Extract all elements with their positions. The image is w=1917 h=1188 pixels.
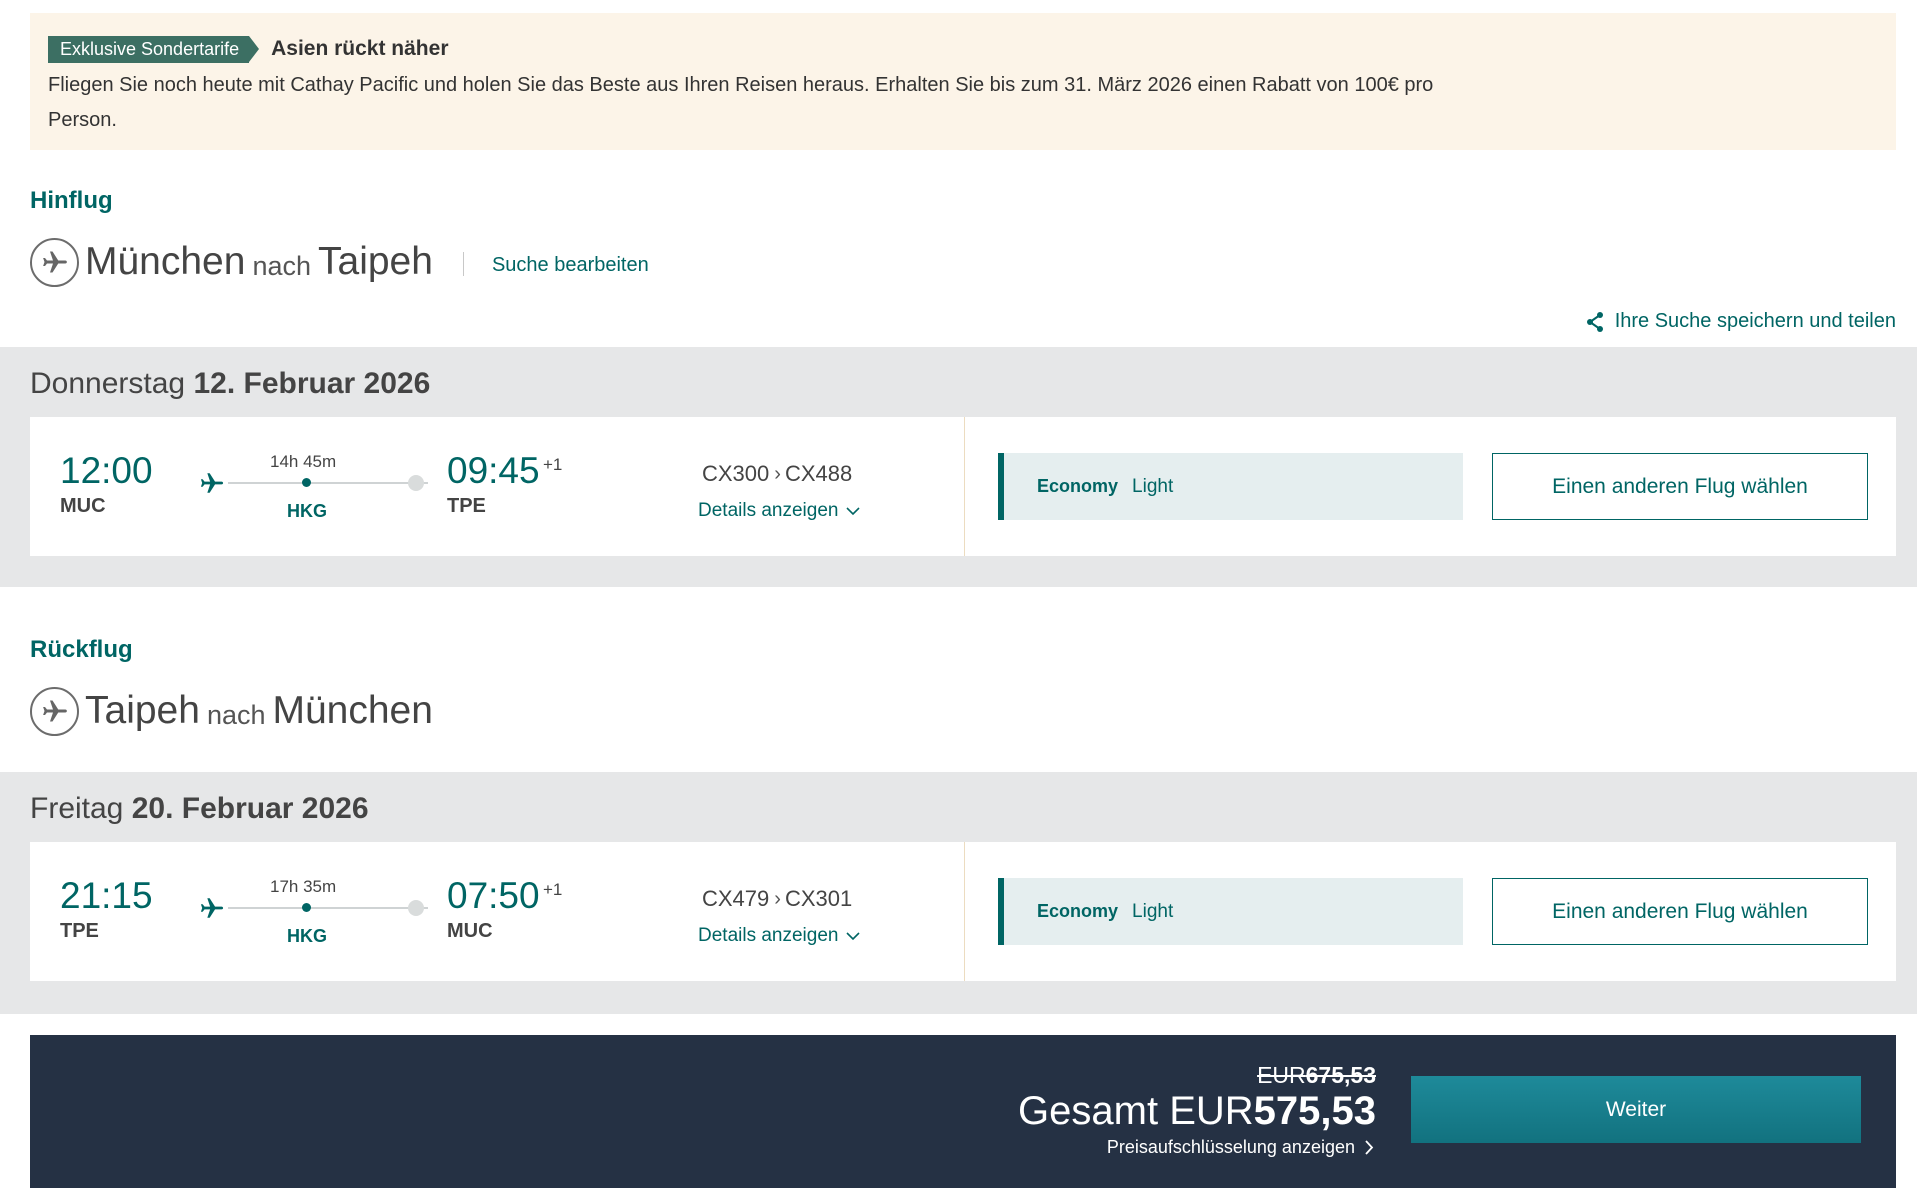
return-stop: HKG	[287, 926, 327, 946]
outbound-dep-code: MUC	[60, 495, 106, 517]
outbound-label: Hinflug	[30, 187, 113, 214]
outbound-day-name: Donnerstag	[30, 367, 186, 400]
outbound-date: 12. Februar 2026	[193, 367, 431, 400]
price-breakdown-link[interactable]: Preisaufschlüsselung anzeigen	[1107, 1137, 1374, 1158]
airplane-icon	[30, 686, 79, 736]
outbound-fare-box[interactable]: Economy Light	[998, 453, 1463, 520]
return-to-city: München	[272, 689, 433, 732]
save-share-link[interactable]: Ihre Suche speichern und teilen	[1585, 310, 1896, 333]
airplane-icon	[30, 237, 79, 287]
return-arr-code: MUC	[447, 920, 493, 942]
fare-type: Light	[1132, 475, 1174, 497]
arrival-dot	[408, 900, 424, 916]
continue-button[interactable]: Weiter	[1411, 1076, 1861, 1143]
return-route: Taipeh nach München	[30, 686, 433, 736]
outbound-flight-numbers: CX300 › CX488	[702, 461, 852, 487]
return-details-link[interactable]: Details anzeigen	[698, 925, 861, 947]
chevron-down-icon	[846, 506, 861, 515]
total-price: Gesamt EUR575,53	[1018, 1089, 1376, 1134]
share-label: Ihre Suche speichern und teilen	[1614, 310, 1896, 332]
return-date: 20. Februar 2026	[131, 792, 369, 825]
outbound-flight1: CX300	[702, 461, 770, 486]
old-price: EUR675,53	[1257, 1062, 1376, 1089]
promo-tag: Exklusive Sondertarife	[48, 35, 260, 63]
share-icon	[1586, 311, 1603, 332]
outbound-arr-time: 09:45	[447, 450, 540, 491]
return-other-flight-button[interactable]: Einen anderen Flug wählen	[1492, 878, 1868, 945]
promo-text: Fliegen Sie noch heute mit Cathay Pacifi…	[48, 74, 1434, 131]
flight-track	[228, 907, 428, 909]
stopover-dot	[302, 478, 311, 487]
outbound-route: München nach Taipeh Suche bearbeiten	[30, 237, 649, 287]
return-flight1: CX479	[702, 886, 770, 911]
return-flight2: CX301	[784, 886, 853, 911]
outbound-day-block: Donnerstag 12. Februar 2026 12:00 MUC 14…	[0, 347, 1917, 587]
total-label: Gesamt EUR	[1018, 1089, 1254, 1133]
return-day-block: Freitag 20. Februar 2026 21:15 TPE 17h 3…	[0, 772, 1917, 1014]
price-footer: EUR675,53 Gesamt EUR575,53 Preisaufschlü…	[30, 1035, 1896, 1188]
details-label: Details anzeigen	[698, 925, 839, 946]
return-duration: 17h 35m	[270, 877, 337, 896]
card-divider	[964, 417, 965, 556]
outbound-flight-card: 12:00 MUC 14h 45m HKG 09:45 +1 TPE CX300…	[30, 417, 1896, 556]
outbound-arr-plus: +1	[543, 455, 563, 474]
outbound-duration: 14h 45m	[270, 452, 337, 471]
card-divider	[964, 842, 965, 981]
promo-banner: Exklusive Sondertarife Asien rückt näher…	[30, 13, 1896, 150]
total-amount: 575,53	[1253, 1089, 1376, 1133]
return-fare-box[interactable]: Economy Light	[998, 878, 1463, 945]
divider	[462, 252, 464, 276]
outbound-date-heading: Donnerstag 12. Februar 2026	[30, 367, 430, 401]
fare-class: Economy	[1037, 901, 1119, 921]
outbound-from-city: München	[85, 240, 246, 283]
return-flight-card: 21:15 TPE 17h 35m HKG 07:50 +1 MUC CX479…	[30, 842, 1896, 981]
airplane-icon	[200, 898, 224, 918]
outbound-other-flight-button[interactable]: Einen anderen Flug wählen	[1492, 453, 1868, 520]
return-dep-time: 21:15	[60, 875, 153, 916]
return-connector: nach	[206, 699, 266, 730]
outbound-arr-code: TPE	[447, 495, 486, 517]
flight-track	[228, 482, 428, 484]
promo-title: Asien rückt näher	[271, 37, 449, 60]
breakdown-label: Preisaufschlüsselung anzeigen	[1106, 1137, 1355, 1157]
return-dep-code: TPE	[60, 920, 99, 942]
return-from-city: Taipeh	[85, 689, 200, 732]
return-arr-plus: +1	[543, 880, 563, 899]
outbound-dep-time: 12:00	[60, 450, 153, 491]
fare-class: Economy	[1037, 476, 1119, 496]
airplane-icon	[200, 473, 224, 493]
outbound-details-link[interactable]: Details anzeigen	[698, 500, 861, 522]
outbound-flight2: CX488	[784, 461, 853, 486]
return-label: Rückflug	[30, 636, 133, 663]
outbound-stop: HKG	[287, 501, 327, 521]
return-flight-numbers: CX479 › CX301	[702, 886, 852, 912]
outbound-to-city: Taipeh	[318, 240, 433, 283]
fare-type: Light	[1132, 900, 1174, 922]
old-price-currency: EUR	[1257, 1062, 1306, 1088]
outbound-connector: nach	[252, 250, 311, 281]
stopover-dot	[302, 903, 311, 912]
return-flight-separator: ›	[774, 887, 781, 910]
return-day-name: Freitag	[30, 792, 124, 825]
return-date-heading: Freitag 20. Februar 2026	[30, 792, 369, 826]
details-label: Details anzeigen	[698, 500, 839, 521]
arrival-dot	[408, 475, 424, 491]
outbound-flight-separator: ›	[774, 462, 781, 485]
chevron-down-icon	[846, 931, 861, 940]
chevron-right-icon	[1365, 1140, 1374, 1155]
return-arr-time: 07:50	[447, 875, 540, 916]
edit-search-link[interactable]: Suche bearbeiten	[492, 254, 649, 277]
old-price-amount: 675,53	[1305, 1062, 1376, 1088]
